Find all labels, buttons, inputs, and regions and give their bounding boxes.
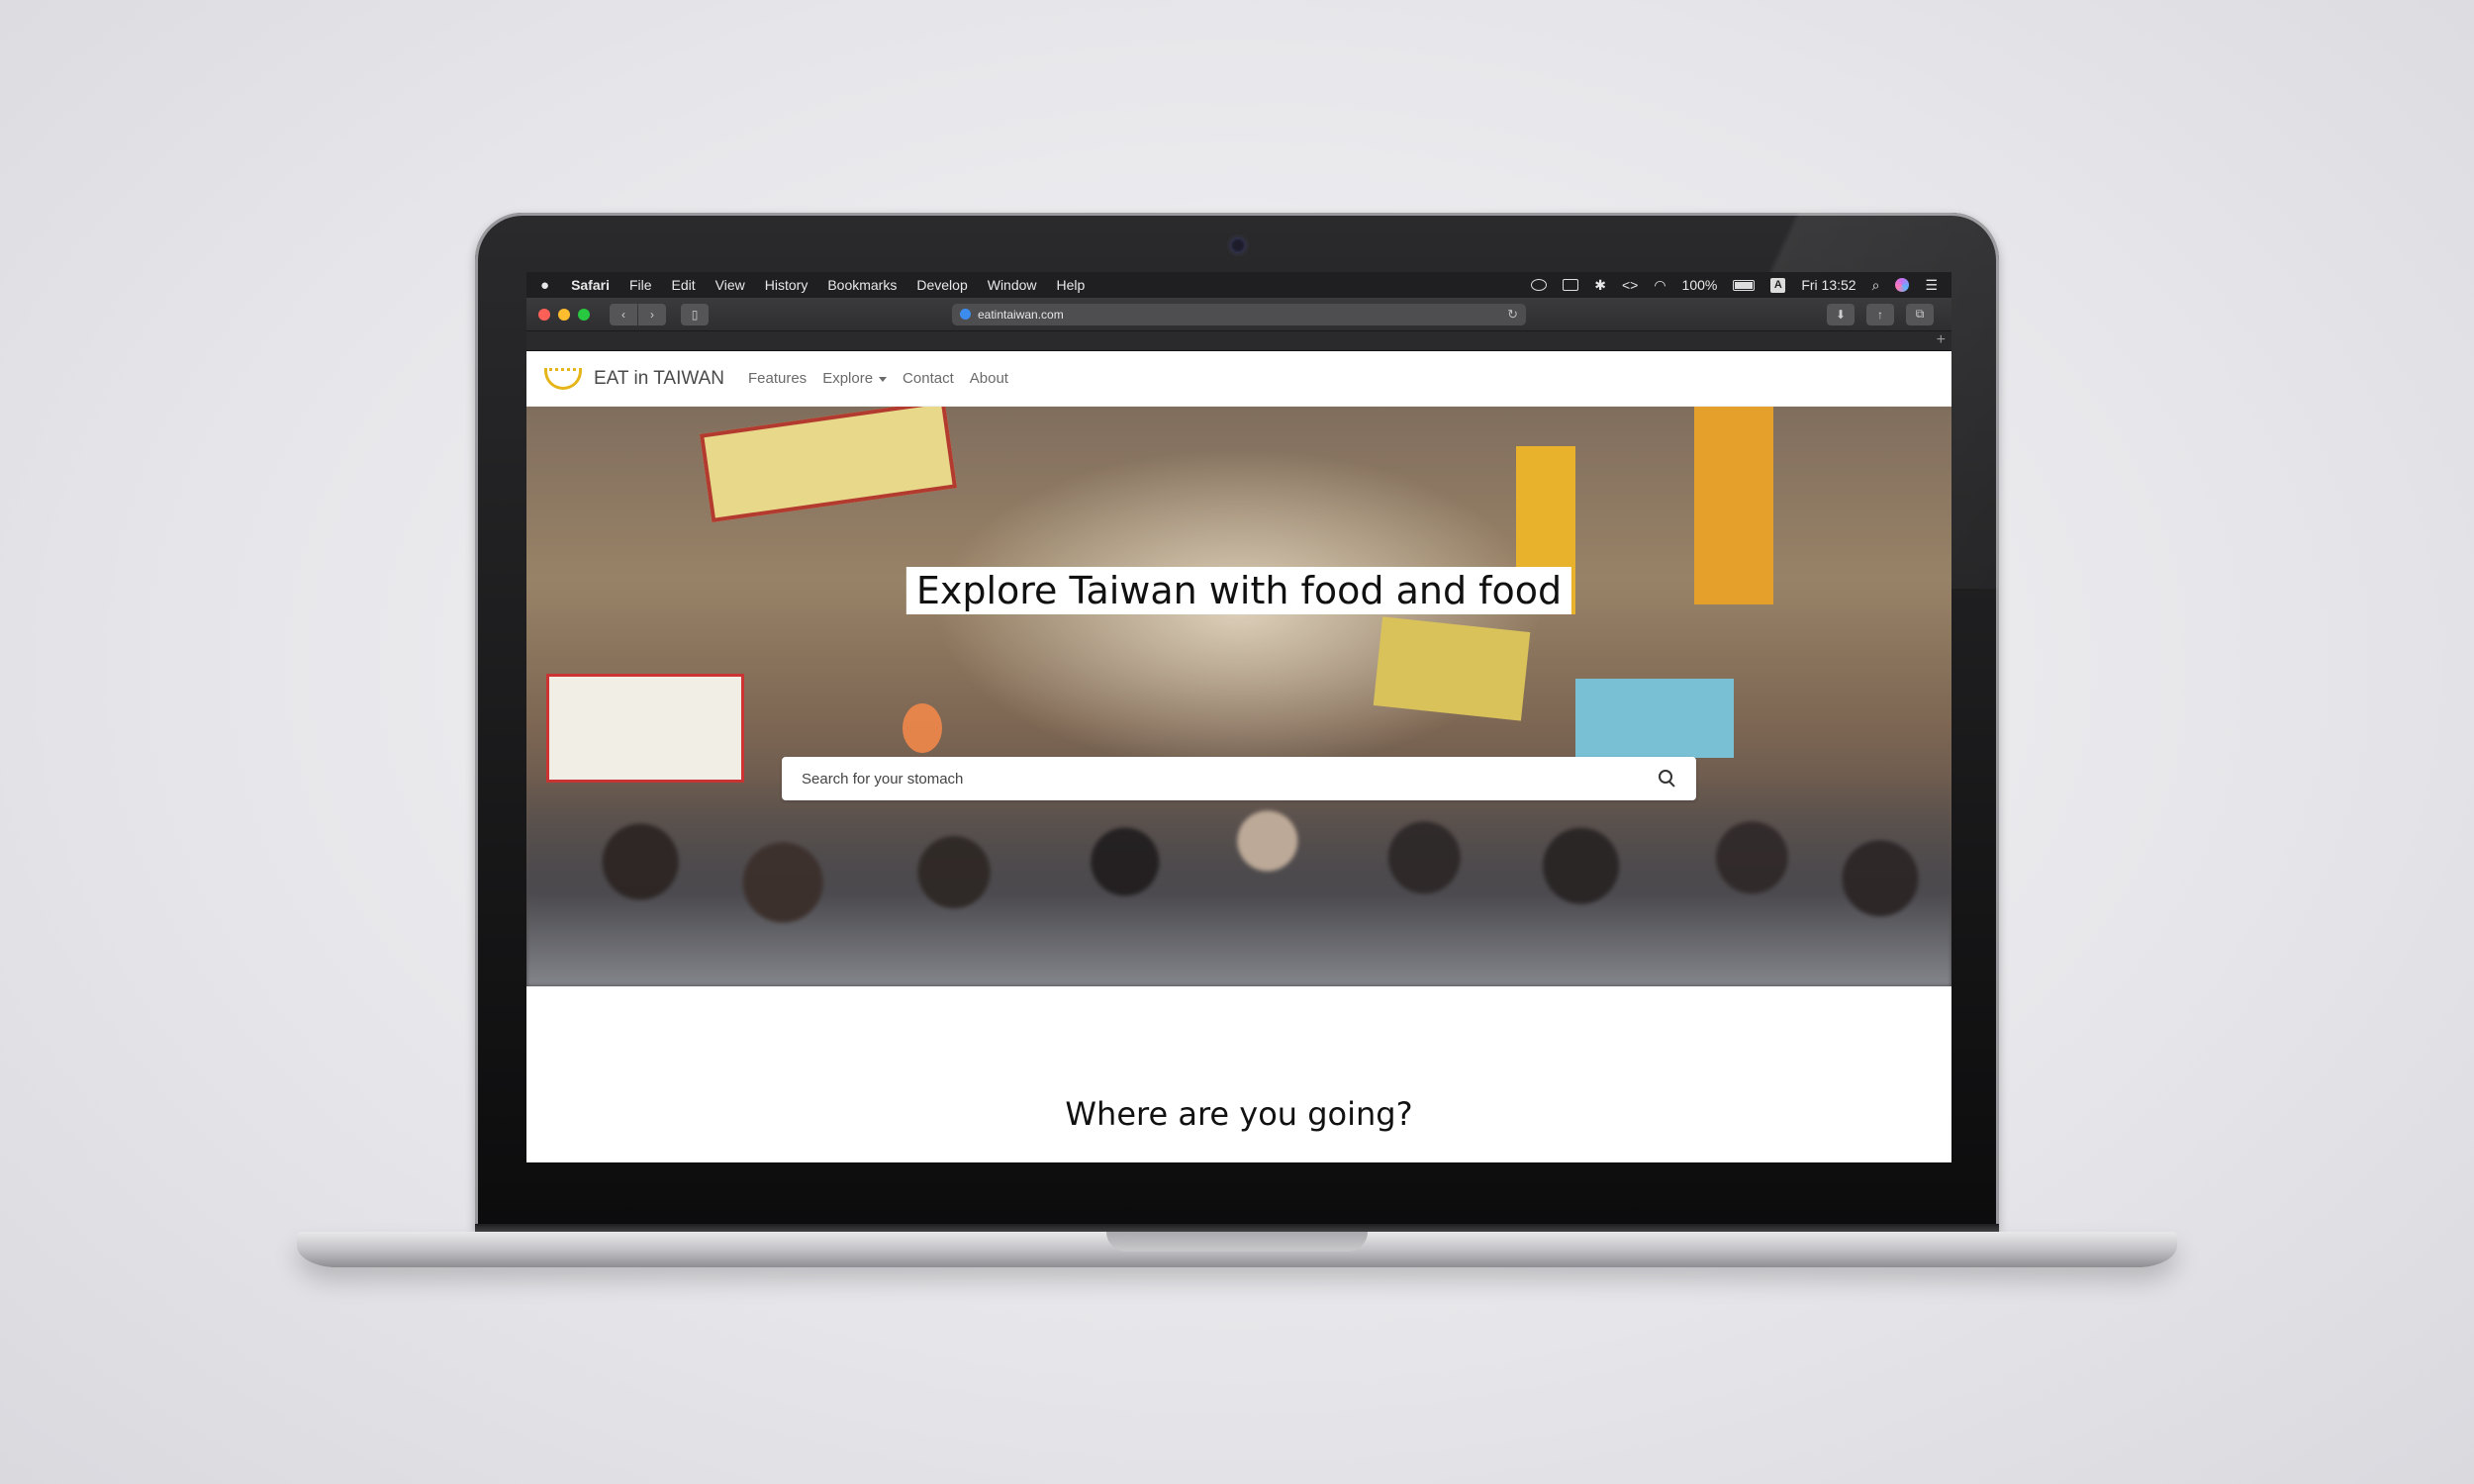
back-button[interactable]: ‹	[610, 303, 637, 325]
website: EAT in TAIWAN Features Explore Contact A…	[526, 351, 1951, 1162]
site-brand[interactable]: EAT in TAIWAN	[594, 368, 724, 390]
url-text[interactable]: eatintaiwan.com	[978, 308, 1507, 322]
tab-overview-button[interactable]: ⧉	[1906, 303, 1934, 325]
site-favicon-icon	[960, 309, 971, 320]
signboard-far-right	[1694, 407, 1773, 604]
nav-contact[interactable]: Contact	[903, 370, 954, 387]
minimize-window-button[interactable]	[558, 308, 570, 321]
search-icon[interactable]	[1659, 770, 1676, 788]
forward-button[interactable]: ›	[638, 303, 666, 325]
crowd-silhouettes	[526, 779, 1951, 986]
history-nav: ‹ ›	[610, 303, 667, 325]
camera-icon	[1230, 237, 1246, 253]
menu-help[interactable]: Help	[1057, 277, 1086, 293]
section-title: Where are you going?	[1065, 1095, 1413, 1133]
menu-history[interactable]: History	[765, 277, 809, 293]
sidebar-toggle-button[interactable]: ▯	[681, 303, 709, 325]
nav-features[interactable]: Features	[748, 370, 807, 387]
dumpling-logo-icon[interactable]	[544, 367, 582, 390]
bluetooth-icon[interactable]: ✱	[1594, 277, 1606, 294]
hero-search-bar[interactable]: Search for your stomach	[782, 757, 1696, 800]
siri-icon[interactable]	[1895, 278, 1910, 292]
close-window-button[interactable]	[538, 308, 550, 321]
caret-down-icon	[879, 376, 888, 382]
safari-toolbar: ‹ › ▯ eatintaiwan.com ↻ ⬇ ↑ ⧉	[526, 298, 1951, 331]
screen: ● Safari File Edit View History Bookmark…	[526, 272, 1951, 1162]
nav-explore-label: Explore	[822, 370, 874, 387]
menu-bookmarks[interactable]: Bookmarks	[827, 277, 897, 293]
signboard-left-mid	[546, 674, 744, 783]
search-input[interactable]: Search for your stomach	[802, 771, 1659, 788]
downloads-button[interactable]: ⬇	[1827, 303, 1855, 325]
nav-explore-dropdown[interactable]: Explore	[822, 370, 888, 387]
menu-view[interactable]: View	[715, 277, 745, 293]
code-icon[interactable]: <>	[1622, 277, 1638, 293]
menubar-status-area: ✱ <> ◠ 100% A Fri 13:52 ⌕ ☰	[1531, 277, 1938, 294]
lantern-glow	[903, 703, 942, 753]
zoom-window-button[interactable]	[578, 308, 590, 321]
creative-cloud-icon[interactable]	[1531, 279, 1548, 291]
signboard-right-mid	[1373, 616, 1531, 721]
signboard-left-top	[699, 407, 958, 522]
menu-develop[interactable]: Develop	[916, 277, 967, 293]
wifi-icon[interactable]: ◠	[1654, 277, 1665, 294]
menu-app-name[interactable]: Safari	[571, 277, 610, 293]
signboard-right-blue	[1575, 679, 1734, 758]
notification-center-icon[interactable]: ☰	[1925, 277, 1938, 294]
nav-about[interactable]: About	[970, 370, 1008, 387]
clock[interactable]: Fri 13:52	[1801, 277, 1856, 293]
hero-banner: Explore Taiwan with food and food Search…	[526, 407, 1951, 986]
new-tab-button[interactable]: +	[1937, 331, 1946, 349]
menu-edit[interactable]: Edit	[672, 277, 696, 293]
laptop-notch	[1106, 1232, 1368, 1252]
display-icon[interactable]	[1563, 279, 1579, 291]
menu-file[interactable]: File	[629, 277, 652, 293]
spotlight-search-icon[interactable]: ⌕	[1872, 277, 1880, 294]
reload-icon[interactable]: ↻	[1507, 307, 1518, 323]
toolbar-right-buttons: ⬇ ↑ ⧉	[1827, 303, 1940, 325]
battery-percent: 100%	[1681, 277, 1718, 293]
menu-window[interactable]: Window	[988, 277, 1037, 293]
apple-menu-icon[interactable]: ●	[540, 277, 549, 294]
window-controls	[538, 308, 590, 321]
battery-icon[interactable]	[1733, 279, 1756, 291]
hero-title: Explore Taiwan with food and food	[905, 567, 1572, 614]
tab-strip: +	[526, 331, 1951, 351]
macos-menubar: ● Safari File Edit View History Bookmark…	[526, 272, 1951, 298]
input-source-icon[interactable]: A	[1770, 277, 1786, 293]
site-navbar: EAT in TAIWAN Features Explore Contact A…	[526, 351, 1951, 407]
share-button[interactable]: ↑	[1866, 303, 1894, 325]
address-bar[interactable]: eatintaiwan.com ↻	[952, 303, 1526, 325]
